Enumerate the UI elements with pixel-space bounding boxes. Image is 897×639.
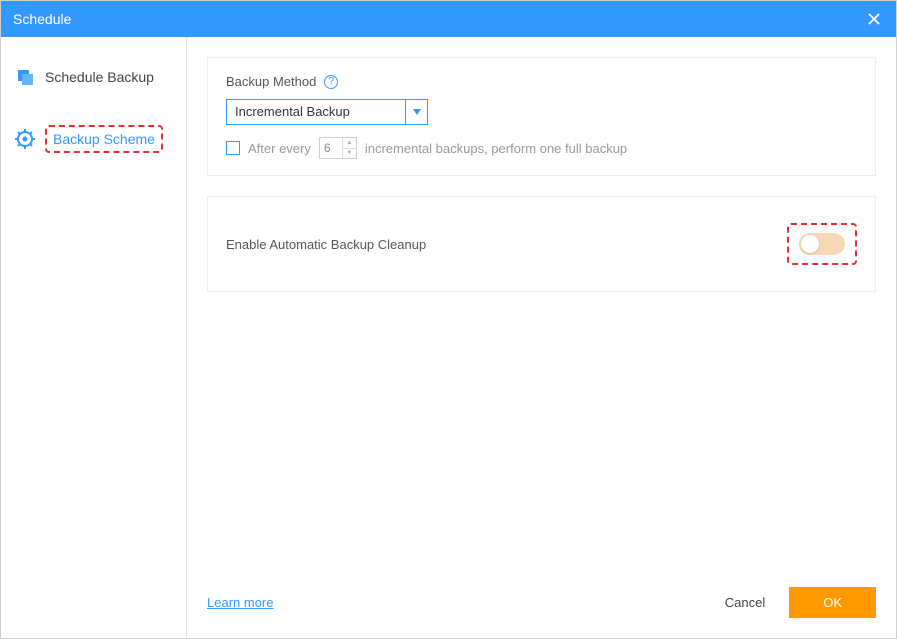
ok-button[interactable]: OK [789,587,876,618]
spinner-down[interactable]: ▼ [343,149,356,159]
cleanup-panel: Enable Automatic Backup Cleanup [207,196,876,292]
schedule-window: Schedule Schedule Backup [0,0,897,639]
sidebar-item-label: Backup Scheme [45,125,163,153]
after-every-count-input[interactable]: 6 ▲ ▼ [319,137,357,159]
cleanup-toggle-highlight [787,223,857,265]
after-every-row: After every 6 ▲ ▼ incremental backups, p… [226,137,857,159]
body: Schedule Backup [1,37,896,638]
help-icon[interactable]: ? [324,75,338,89]
gear-icon [15,129,35,149]
footer: Learn more Cancel OK [207,573,876,628]
spinner-up[interactable]: ▲ [343,138,356,149]
close-button[interactable] [864,9,884,29]
cleanup-label: Enable Automatic Backup Cleanup [226,237,426,252]
backup-method-label: Backup Method [226,74,316,89]
after-every-label-pre: After every [248,141,311,156]
after-every-label-post: incremental backups, perform one full ba… [365,141,627,156]
after-every-checkbox[interactable] [226,141,240,155]
window-title: Schedule [13,11,71,27]
main-content: Backup Method ? Incremental Backup After… [187,37,896,638]
overlap-square-icon [15,67,35,87]
toggle-knob [801,235,819,253]
chevron-down-icon [405,100,427,124]
sidebar-item-label: Schedule Backup [45,69,154,85]
dropdown-value: Incremental Backup [227,100,405,124]
sidebar-item-backup-scheme[interactable]: Backup Scheme [1,115,186,163]
sidebar: Schedule Backup [1,37,187,638]
backup-method-label-row: Backup Method ? [226,74,857,89]
after-every-value: 6 [320,138,342,158]
backup-method-dropdown[interactable]: Incremental Backup [226,99,428,125]
close-icon [867,12,881,26]
learn-more-link[interactable]: Learn more [207,595,273,610]
footer-buttons: Cancel OK [707,587,876,618]
cleanup-toggle[interactable] [799,233,845,255]
backup-method-panel: Backup Method ? Incremental Backup After… [207,57,876,176]
cancel-button[interactable]: Cancel [707,587,783,618]
sidebar-item-schedule-backup[interactable]: Schedule Backup [1,57,186,97]
titlebar: Schedule [1,1,896,37]
spinner: ▲ ▼ [342,138,356,158]
